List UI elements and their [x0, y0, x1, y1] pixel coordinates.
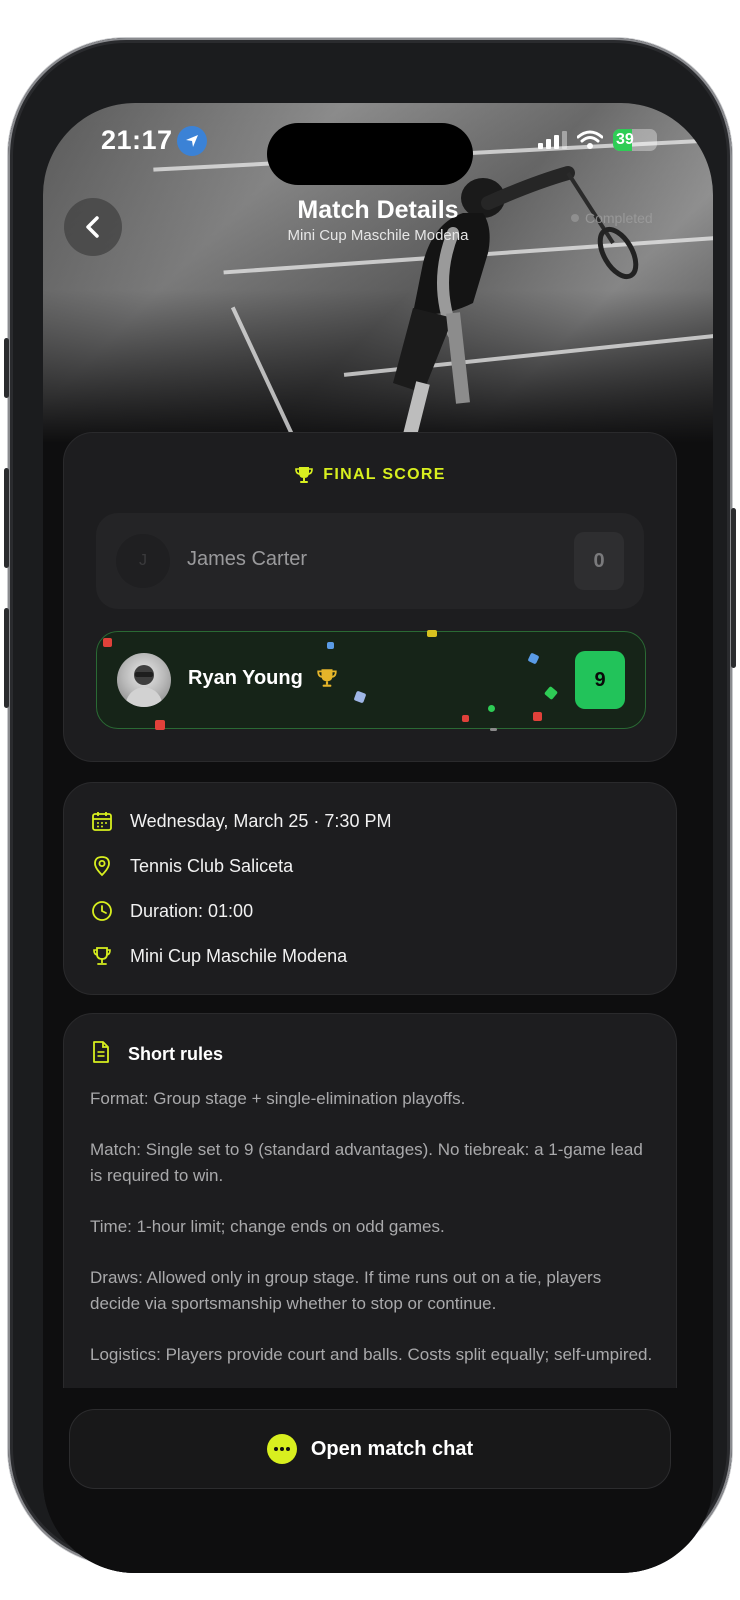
- confetti-piece: [103, 638, 112, 647]
- player-score: 0: [574, 532, 624, 590]
- confetti-piece: [527, 652, 540, 665]
- confetti-piece: [353, 690, 367, 704]
- status-icons: 39: [538, 129, 657, 151]
- tennis-player-image: [393, 166, 639, 443]
- player-row-winner[interactable]: Ryan Young 9: [96, 630, 646, 731]
- match-info-card: Wednesday, March 25 · 7:30 PM Tennis Clu…: [63, 782, 677, 995]
- status-badge: Completed: [571, 210, 653, 226]
- info-tournament[interactable]: Mini Cup Maschile Modena: [90, 944, 347, 968]
- confetti-piece: [543, 685, 559, 701]
- app-screen: 21:17 39 Match Details Mini Cup Maschile…: [43, 103, 713, 1573]
- battery-level: 39: [616, 131, 634, 148]
- trophy-icon: [90, 944, 114, 968]
- dynamic-island: [267, 123, 473, 185]
- volume-up-button: [4, 468, 9, 568]
- location-arrow-icon: [177, 126, 207, 156]
- side-button: [4, 338, 9, 398]
- confetti-piece: [427, 630, 437, 637]
- final-score-heading: FINAL SCORE: [64, 465, 676, 485]
- confetti-piece: [490, 728, 497, 731]
- confetti-piece: [533, 712, 542, 721]
- calendar-icon: [90, 809, 114, 833]
- rules-heading: Short rules: [90, 1040, 223, 1069]
- bottom-action-bar: Open match chat: [43, 1388, 713, 1573]
- page-subtitle: Mini Cup Maschile Modena: [287, 227, 469, 244]
- open-chat-label: Open match chat: [310, 1437, 474, 1460]
- map-pin-icon: [90, 854, 114, 878]
- avatar: J: [116, 534, 170, 588]
- trophy-icon: [295, 467, 314, 483]
- trophy-icon: [317, 669, 337, 687]
- confetti-piece: [327, 642, 334, 649]
- document-icon: [90, 1040, 112, 1069]
- info-duration: Duration: 01:00: [90, 899, 253, 923]
- status-label: Completed: [585, 210, 653, 226]
- rules-text: Format: Group stage + single-elimination…: [90, 1086, 655, 1393]
- rule-format: Format: Group stage + single-elimination…: [90, 1089, 466, 1108]
- open-chat-button[interactable]: Open match chat: [69, 1409, 671, 1489]
- status-time: 21:17: [101, 125, 173, 155]
- rule-logistics: Logistics: Players provide court and bal…: [90, 1345, 653, 1364]
- rule-match: Match: Single set to 9 (standard advanta…: [90, 1140, 643, 1185]
- signal-icon: [538, 131, 567, 149]
- confetti-piece: [155, 720, 165, 730]
- player-name: James Carter: [187, 548, 308, 570]
- avatar: [117, 653, 171, 707]
- info-datetime: Wednesday, March 25 · 7:30 PM: [90, 809, 391, 833]
- info-venue[interactable]: Tennis Club Saliceta: [90, 854, 293, 878]
- battery-icon: 39: [613, 129, 657, 151]
- status-dot: [571, 214, 579, 222]
- chat-bubble-icon: [266, 1434, 297, 1464]
- confetti-piece: [462, 715, 469, 722]
- rule-time: Time: 1-hour limit; change ends on odd g…: [90, 1217, 445, 1236]
- rule-draws: Draws: Allowed only in group stage. If t…: [90, 1268, 602, 1313]
- clock-icon: [90, 899, 114, 923]
- phone-frame: 21:17 39 Match Details Mini Cup Maschile…: [4, 38, 736, 1573]
- power-button: [731, 508, 736, 668]
- player-score: 9: [575, 651, 625, 709]
- player-row-loser[interactable]: J James Carter 0: [96, 513, 644, 609]
- confetti-piece: [488, 705, 495, 712]
- wifi-icon: [577, 130, 603, 149]
- score-card: FINAL SCORE J James Carter 0 Ryan Young …: [63, 432, 677, 762]
- player-name: Ryan Young: [188, 667, 303, 689]
- volume-down-button: [4, 608, 9, 708]
